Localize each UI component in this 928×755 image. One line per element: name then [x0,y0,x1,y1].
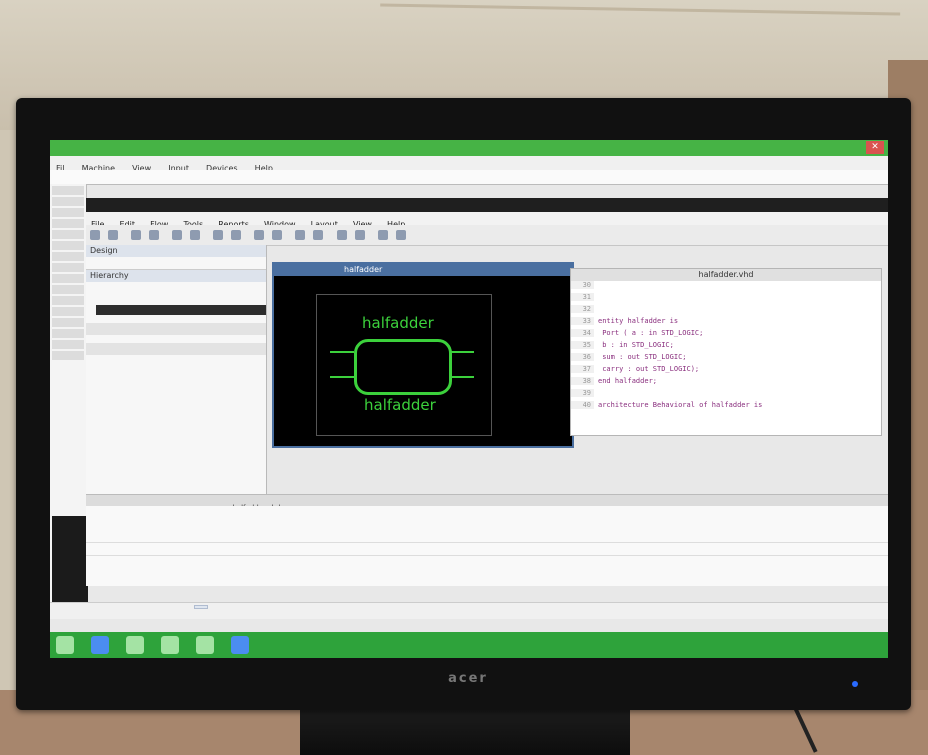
output-pin[interactable] [450,351,474,353]
zoom-out-icon[interactable] [313,230,324,240]
store-icon[interactable] [196,636,215,654]
list-item[interactable] [52,307,84,316]
code-line: 35 b : in STD_LOGIC; [571,341,881,353]
vivado-menu-bar: File Edit Flow Tools Reports Window Layo… [86,212,888,229]
folder-icon[interactable] [126,636,145,654]
vivado-titlebar [86,198,888,212]
run-icon[interactable] [272,230,283,240]
tree-item[interactable] [104,294,266,304]
section-header[interactable] [86,343,266,355]
list-item[interactable] [52,208,84,217]
notification-bar [50,170,888,185]
section-header[interactable] [86,323,266,335]
code-line: 38 end halfadder; [571,377,881,389]
start-icon[interactable] [56,636,74,654]
code-line: 37 carry : out STD_LOGIC); [571,365,881,377]
table-row[interactable] [86,542,888,556]
tree-item-selected[interactable] [96,305,266,315]
outer-menu-bar: Fil Machine View Input Devices Help [50,156,888,173]
new-icon[interactable] [90,230,100,240]
list-item[interactable] [52,252,84,261]
code-line: 40 architecture Behavioral of halfadder i… [571,401,881,413]
cell-label-top: halfadder [362,314,434,332]
hierarchy-header: Hierarchy [86,270,266,282]
schematic-window: halfadder halfadder halfadder [272,262,574,448]
list-item[interactable] [52,230,84,239]
task-item[interactable] [194,605,208,609]
windows-taskbar [50,632,888,658]
design-panel: Design Hierarchy [86,245,267,510]
tool-icon[interactable] [395,230,406,240]
paste-icon[interactable] [231,230,242,240]
code-line: 39 [571,389,881,401]
close-icon[interactable]: ✕ [866,141,884,154]
browser-icon[interactable] [91,636,110,654]
outer-left-panel [50,184,88,606]
redo-icon[interactable] [172,230,183,240]
output-pin[interactable] [450,376,474,378]
properties-panel [86,506,888,586]
code-line: 34 Port ( a : in STD_LOGIC; [571,329,881,341]
list-item[interactable] [52,296,84,305]
vivado-toolbar [86,225,888,246]
screen: ✕ Fil Machine View Input Devices Help Fi… [50,140,888,658]
code-line: 31 [571,293,881,305]
settings-icon[interactable] [354,230,365,240]
code-line: 30 [571,281,881,293]
schematic-titlebar: halfadder [274,264,572,276]
schematic-title: halfadder [344,265,383,274]
window-strip [50,602,888,619]
list-item[interactable] [52,351,84,360]
list-item[interactable] [52,263,84,272]
code-editor-title: halfadder.vhd [571,269,881,281]
delete-icon[interactable] [254,230,265,240]
dark-panel [52,516,88,606]
code-line: 33 entity halfadder is [571,317,881,329]
code-line: 36 sum : out STD_LOGIC; [571,353,881,365]
input-pin[interactable] [330,376,354,378]
cut-icon[interactable] [190,230,201,240]
save-icon[interactable] [131,230,142,240]
power-led-icon [852,681,858,687]
zoom-in-icon[interactable] [295,230,306,240]
list-item[interactable] [52,285,84,294]
design-panel-header: Design [86,245,266,257]
monitor-brand-logo: acer [448,671,488,686]
outer-window-titlebar: ✕ [50,140,888,156]
halfadder-cell[interactable] [354,339,452,395]
layout-icon[interactable] [377,230,388,240]
open-icon[interactable] [108,230,118,240]
zoom-fit-icon[interactable] [336,230,347,240]
undo-icon[interactable] [149,230,160,240]
media-icon[interactable] [161,636,180,654]
list-item[interactable] [52,219,84,228]
input-pin[interactable] [330,351,354,353]
list-item[interactable] [52,241,84,250]
list-item[interactable] [52,329,84,338]
code-editor[interactable]: halfadder.vhd 30 31 32 33 entity halfadde… [570,268,882,436]
app-icon[interactable] [231,636,250,654]
copy-icon[interactable] [213,230,224,240]
list-item[interactable] [52,274,84,283]
list-item[interactable] [52,186,84,195]
cell-label-bottom: halfadder [364,396,436,414]
code-line: 32 [571,305,881,317]
list-item[interactable] [52,197,84,206]
design-panel-tabs[interactable] [86,257,266,270]
tree-item[interactable] [104,283,266,293]
list-item[interactable] [52,318,84,327]
list-item[interactable] [52,340,84,349]
